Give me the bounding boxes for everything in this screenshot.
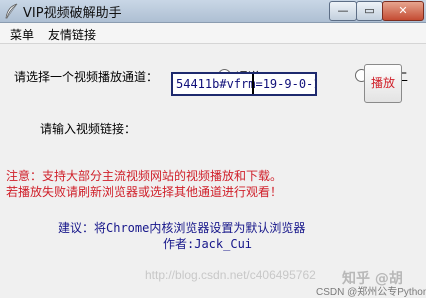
notice-line-2: 若播放失败请刷新浏览器或选择其他通道进行观看！ — [6, 185, 283, 199]
minimize-button[interactable]: — — [329, 1, 357, 21]
window-title: VIP视频破解助手 — [23, 6, 122, 21]
csdn-watermark: CSDN @郑州公专Python — [316, 287, 426, 298]
menu-item-menu[interactable]: 菜单 — [10, 26, 34, 43]
menu-item-friend-links[interactable]: 友情链接 — [48, 26, 96, 43]
author-line: 作者:Jack_Cui — [163, 237, 253, 251]
maximize-button[interactable]: ▭ — [356, 1, 383, 21]
blog-watermark: http://blog.csdn.net/c406495762 — [145, 268, 316, 282]
link-prompt: 请输入视频链接： — [40, 122, 137, 136]
suggestion-line: 建议：将Chrome内核浏览器设置为默认浏览器 — [58, 221, 306, 235]
play-button[interactable]: 播放 — [364, 64, 402, 103]
close-button[interactable]: ✕ — [382, 1, 424, 21]
channel-prompt: 请选择一个视频播放通道： — [14, 70, 159, 84]
notice-line-1: 注意：支持大部分主流视频网站的视频播放和下载。 — [6, 169, 283, 183]
text-caret — [252, 74, 254, 94]
video-url-input[interactable]: 54411b#vfrm=19-9-0-1 — [171, 72, 317, 96]
feather-app-icon — [5, 3, 18, 19]
menu-bar: 菜单 友情链接 — [0, 23, 426, 44]
title-bar[interactable]: VIP视频破解助手 — ▭ ✕ — [0, 0, 426, 23]
